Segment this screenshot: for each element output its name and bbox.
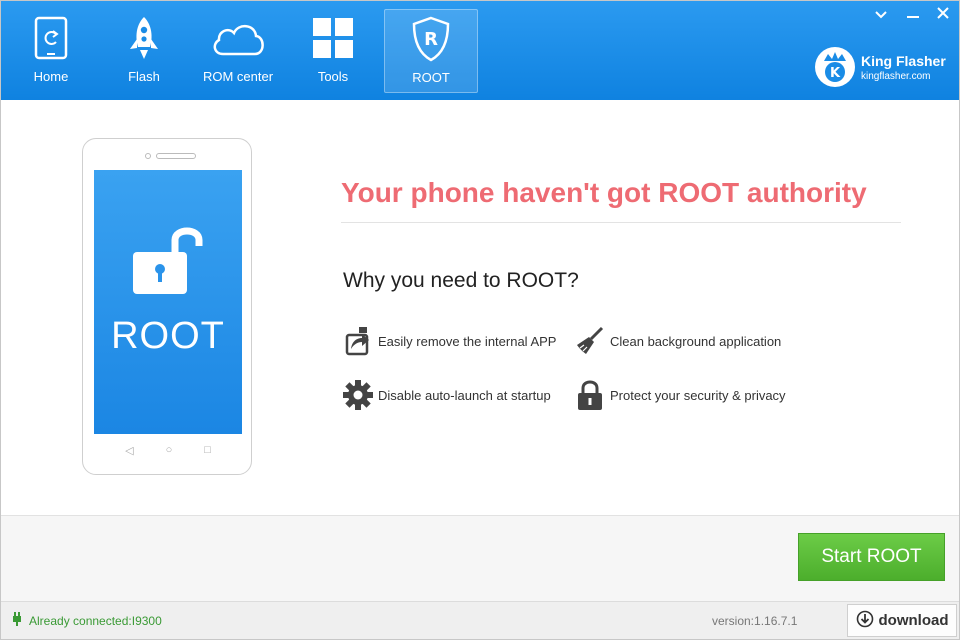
feature-label: Clean background application — [610, 333, 782, 349]
menu-dropdown-button[interactable] — [870, 5, 892, 25]
shield-r-icon: R — [411, 14, 451, 64]
rocket-icon — [126, 13, 162, 63]
close-button[interactable] — [932, 5, 954, 25]
uninstall-icon — [342, 325, 374, 357]
cloud-icon — [209, 13, 267, 63]
phone-softkeys: ◁ ○ □ — [83, 444, 253, 457]
brand-name: King Flasher — [861, 52, 946, 69]
close-icon — [937, 6, 949, 24]
broom-icon — [574, 325, 606, 357]
feature-label: Disable auto-launch at startup — [378, 387, 551, 403]
root-status-headline: Your phone haven't got ROOT authority — [341, 177, 867, 208]
feature-remove-app: Easily remove the internal APP — [342, 325, 556, 357]
nav-tools[interactable]: Tools — [298, 9, 368, 93]
unlocked-padlock-icon — [131, 224, 205, 305]
recents-softkey-icon: □ — [204, 444, 211, 456]
chevron-down-icon — [875, 6, 887, 24]
feature-label: Protect your security & privacy — [610, 387, 786, 403]
phone-illustration: ROOT ◁ ○ □ — [82, 138, 252, 475]
phone-refresh-icon — [34, 13, 68, 63]
brand-logo: K King Flasher kingflasher.com — [813, 45, 946, 89]
phone-screen: ROOT — [94, 170, 242, 434]
nav-rom-center[interactable]: ROM center — [198, 9, 278, 93]
nav-tools-label: Tools — [317, 69, 349, 84]
minimize-button[interactable] — [902, 5, 924, 25]
nav-root[interactable]: R ROOT — [384, 9, 478, 93]
feature-protect-privacy: Protect your security & privacy — [574, 379, 786, 411]
download-button-label: download — [878, 612, 949, 629]
grid-icon — [312, 13, 354, 63]
nav-flash-label: Flash — [128, 69, 160, 84]
king-flasher-logo-icon: K — [813, 45, 857, 89]
download-arrow-icon — [856, 610, 874, 632]
nav-rom-label: ROM center — [202, 69, 274, 84]
connection-status: Already connected:I9300 — [11, 612, 162, 629]
feature-clean-background: Clean background application — [574, 325, 781, 357]
connection-status-text: Already connected:I9300 — [29, 613, 162, 628]
camera-dot — [145, 153, 151, 159]
svg-text:R: R — [424, 29, 438, 50]
version-label: version:1.16.7.1 — [712, 614, 798, 628]
phone-root-label: ROOT — [111, 315, 225, 357]
phone-speaker — [156, 153, 196, 159]
home-softkey-icon: ○ — [165, 444, 173, 456]
nav-flash[interactable]: Flash — [109, 9, 179, 93]
brand-site: kingflasher.com — [861, 70, 931, 82]
nav-root-label: ROOT — [412, 70, 450, 85]
back-softkey-icon: ◁ — [125, 445, 134, 457]
lock-icon — [574, 379, 606, 411]
download-button[interactable]: download — [847, 604, 957, 637]
usb-plug-icon — [11, 612, 23, 629]
nav-home[interactable]: Home — [16, 9, 86, 93]
why-root-heading: Why you need to ROOT? — [343, 269, 579, 292]
start-root-button[interactable]: Start ROOT — [798, 533, 945, 581]
minimize-icon — [907, 6, 919, 24]
nav-home-label: Home — [33, 69, 69, 84]
gear-icon — [342, 379, 374, 411]
headline-divider — [341, 222, 901, 223]
svg-text:K: K — [830, 66, 841, 81]
feature-disable-autolaunch: Disable auto-launch at startup — [342, 379, 551, 411]
feature-label: Easily remove the internal APP — [378, 333, 557, 349]
